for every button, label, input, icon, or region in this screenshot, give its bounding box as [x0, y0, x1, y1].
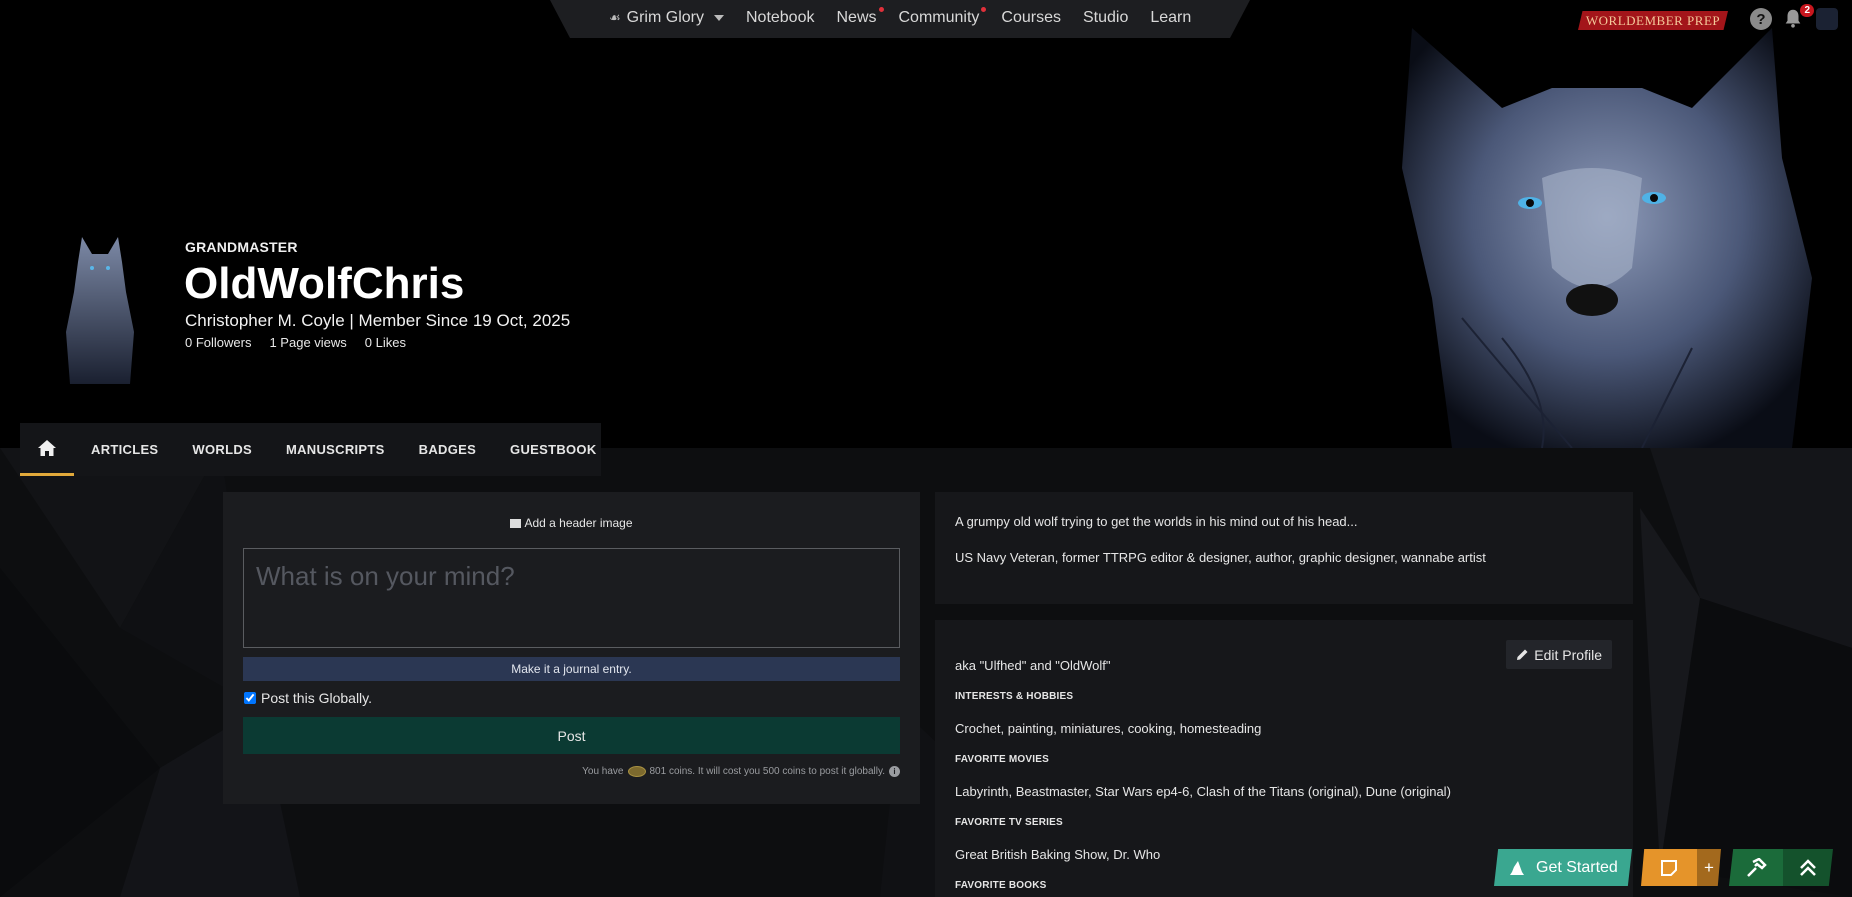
tools-widget	[1729, 849, 1833, 886]
likes-count: 0 Likes	[364, 335, 406, 350]
tab-articles[interactable]: ARTICLES	[74, 423, 175, 476]
info-icon[interactable]: i	[889, 766, 900, 777]
bio-tagline: A grumpy old wolf trying to get the worl…	[955, 514, 1358, 529]
profile-username: OldWolfChris	[184, 259, 465, 308]
note-icon	[1661, 859, 1677, 876]
coins-info: You have 801 coins. It will cost you 500…	[582, 766, 900, 777]
profile-subline: Christopher M. Coyle | Member Since 19 O…	[185, 311, 571, 330]
nav-courses[interactable]: Courses	[990, 9, 1072, 27]
profile-stats: 0 Followers 1 Page views 0 Likes	[185, 335, 406, 350]
unread-dot	[878, 7, 884, 12]
double-chevron-up-icon	[1800, 858, 1816, 876]
interests-value: Crochet, painting, miniatures, cooking, …	[955, 721, 1262, 736]
nav-community[interactable]: Community	[888, 7, 991, 27]
post-globally-option[interactable]: Post this Globally.	[244, 690, 372, 706]
nav-label: Community	[898, 9, 980, 26]
wizard-hat-icon	[1510, 860, 1524, 875]
post-globally-checkbox[interactable]	[244, 692, 256, 704]
interests-heading: INTERESTS & HOBBIES	[955, 691, 1074, 702]
post-composer: Add a header image Make it a journal ent…	[223, 492, 920, 804]
worldember-prep-banner[interactable]: WORLDEMBER PREP	[1578, 11, 1728, 30]
add-note-button[interactable]: +	[1697, 849, 1721, 886]
profile-hero	[0, 0, 1852, 448]
hammer-icon	[1747, 857, 1767, 877]
nav-studio[interactable]: Studio	[1072, 9, 1139, 27]
add-header-image-link[interactable]: Add a header image	[223, 516, 920, 530]
movies-value: Labyrinth, Beastmaster, Star Wars ep4-6,…	[955, 784, 1451, 799]
notification-count-badge: 2	[1800, 4, 1814, 17]
nav-notebook[interactable]: Notebook	[735, 9, 826, 27]
image-icon	[510, 519, 522, 528]
pencil-icon	[1517, 649, 1528, 660]
tab-home[interactable]	[20, 423, 74, 476]
nav-label: Learn	[1150, 9, 1192, 26]
coins-text: 801 coins. It will cost you 500 coins to…	[649, 766, 886, 777]
tv-value: Great British Baking Show, Dr. Who	[955, 847, 1161, 862]
profile-avatar[interactable]	[64, 232, 136, 384]
aka-line: aka "Ulfhed" and "OldWolf"	[955, 658, 1111, 673]
notes-button[interactable]	[1641, 849, 1697, 886]
home-icon	[38, 440, 56, 456]
tab-worlds[interactable]: WORLDS	[175, 423, 269, 476]
chevron-down-icon	[713, 15, 724, 21]
get-started-button[interactable]: Get Started	[1494, 849, 1632, 886]
user-avatar-menu[interactable]	[1816, 8, 1838, 30]
post-button[interactable]: Post	[243, 717, 900, 754]
tools-button[interactable]	[1729, 849, 1783, 886]
get-started-label: Get Started	[1536, 858, 1618, 876]
world-icon: ☙	[609, 10, 621, 25]
page-views-count: 1 Page views	[269, 335, 347, 350]
post-input[interactable]	[243, 548, 900, 648]
tab-badges[interactable]: BADGES	[402, 423, 493, 476]
coin-icon	[627, 766, 646, 777]
nav-label: Studio	[1082, 9, 1129, 26]
tv-heading: FAVORITE TV SERIES	[955, 817, 1063, 828]
movies-heading: FAVORITE MOVIES	[955, 754, 1049, 765]
wolf-header-image	[1402, 28, 1812, 448]
nav-news[interactable]: News	[825, 7, 887, 27]
nav-label: Notebook	[745, 9, 815, 26]
unread-dot	[981, 7, 987, 12]
tab-guestbook[interactable]: GUESTBOOK	[493, 423, 613, 476]
world-name: Grim Glory	[626, 9, 704, 26]
header-actions: ? 2	[1736, 0, 1852, 38]
tab-manuscripts[interactable]: MANUSCRIPTS	[269, 423, 402, 476]
quick-note-widget: +	[1641, 849, 1721, 886]
nav-learn[interactable]: Learn	[1139, 9, 1202, 27]
world-selector[interactable]: ☙ Grim Glory	[598, 9, 735, 27]
followers-count[interactable]: 0 Followers	[185, 335, 251, 350]
help-icon[interactable]: ?	[1750, 8, 1772, 30]
profile-rank: GRANDMASTER	[185, 239, 298, 255]
profile-tabs: ARTICLES WORLDS MANUSCRIPTS BADGES GUEST…	[20, 423, 601, 476]
edit-profile-label: Edit Profile	[1534, 646, 1602, 663]
books-heading: FAVORITE BOOKS	[955, 880, 1047, 891]
bio-description: US Navy Veteran, former TTRPG editor & d…	[955, 550, 1486, 565]
top-navigation: ☙ Grim Glory Notebook News Community Cou…	[550, 0, 1250, 38]
scroll-top-button[interactable]	[1783, 849, 1833, 886]
add-header-label: Add a header image	[524, 516, 633, 530]
coins-prefix: You have	[582, 766, 624, 777]
nav-label: News	[836, 9, 877, 26]
nav-label: Courses	[1001, 9, 1061, 26]
post-globally-label: Post this Globally.	[261, 690, 373, 706]
edit-profile-button[interactable]: Edit Profile	[1506, 640, 1612, 669]
journal-entry-button[interactable]: Make it a journal entry.	[243, 657, 900, 681]
bio-panel: A grumpy old wolf trying to get the worl…	[935, 492, 1633, 604]
notifications-button[interactable]: 2	[1782, 4, 1814, 31]
